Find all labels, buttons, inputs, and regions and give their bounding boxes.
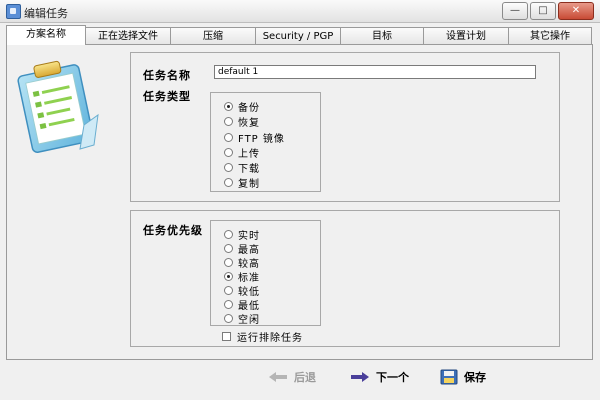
radio-label: FTP 镜像 (238, 133, 285, 145)
task-name-label: 任务名称 (143, 69, 191, 82)
radio-upload[interactable]: 上传 (224, 145, 260, 160)
radio-below-normal[interactable]: 较低 (224, 283, 260, 298)
next-button-label: 下一个 (376, 371, 409, 384)
radio-dot (224, 147, 233, 157)
radio-highest[interactable]: 最高 (224, 241, 260, 256)
close-icon[interactable]: ✕ (558, 2, 594, 20)
radio-label: 较低 (238, 286, 260, 298)
radio-dot (224, 177, 233, 187)
checkbox-box (222, 332, 231, 341)
radio-dot (224, 243, 233, 253)
radio-realtime[interactable]: 实时 (224, 227, 260, 242)
radio-backup[interactable]: 备份 (224, 99, 260, 114)
arrow-right-icon (351, 372, 369, 382)
radio-dot (224, 229, 233, 239)
radio-dot (224, 257, 233, 267)
radio-restore[interactable]: 恢复 (224, 114, 260, 129)
minimize-icon[interactable]: — (502, 2, 528, 20)
radio-dot (224, 101, 233, 111)
radio-copy[interactable]: 复制 (224, 175, 260, 190)
tab-schedule[interactable]: 设置计划 (423, 27, 509, 44)
tab-strip: 方案名称 正在选择文件 压缩 Security / PGP 目标 设置计划 其它… (6, 25, 592, 45)
radio-dot (224, 116, 233, 126)
radio-normal[interactable]: 标准 (224, 269, 260, 284)
tab-other-actions[interactable]: 其它操作 (508, 27, 592, 44)
save-icon (440, 369, 458, 385)
radio-above-normal[interactable]: 较高 (224, 255, 260, 270)
task-type-label: 任务类型 (143, 90, 191, 103)
radio-dot (224, 285, 233, 295)
radio-idle[interactable]: 空闲 (224, 311, 260, 326)
radio-lowest[interactable]: 最低 (224, 297, 260, 312)
radio-label: 恢复 (238, 117, 260, 129)
radio-label: 空闲 (238, 314, 260, 326)
radio-label: 较高 (238, 258, 260, 270)
tab-target[interactable]: 目标 (340, 27, 424, 44)
priority-box: 实时 最高 较高 标准 较低 最低 空闲 (210, 220, 321, 326)
window-title: 编辑任务 (24, 7, 68, 20)
radio-download[interactable]: 下载 (224, 160, 260, 175)
tab-select-files[interactable]: 正在选择文件 (85, 27, 171, 44)
radio-label: 复制 (238, 178, 260, 190)
back-button[interactable]: 后退 (268, 369, 316, 385)
checkbox-label: 运行排除任务 (237, 333, 303, 344)
task-type-box: 备份 恢复 FTP 镜像 上传 下载 复制 (210, 92, 321, 192)
radio-dot (224, 299, 233, 309)
radio-label: 实时 (238, 230, 260, 242)
app-icon (6, 4, 21, 19)
next-button[interactable]: 下一个 (350, 369, 409, 385)
radio-label: 最低 (238, 300, 260, 312)
radio-label: 标准 (238, 272, 260, 284)
tab-scheme-name[interactable]: 方案名称 (6, 25, 86, 45)
radio-label: 下载 (238, 163, 260, 175)
exclusive-task-checkbox[interactable]: 运行排除任务 (222, 329, 303, 344)
window-controls: — □ ✕ (502, 2, 594, 20)
maximize-icon[interactable]: □ (530, 2, 556, 20)
radio-ftp-mirror[interactable]: FTP 镜像 (224, 130, 285, 145)
radio-label: 最高 (238, 244, 260, 256)
back-button-label: 后退 (294, 371, 316, 384)
radio-label: 备份 (238, 102, 260, 114)
task-name-input[interactable] (214, 65, 536, 79)
tab-compression[interactable]: 压缩 (170, 27, 256, 44)
save-button-label: 保存 (464, 371, 486, 384)
clipboard-icon (17, 60, 99, 153)
radio-dot (224, 313, 233, 323)
tab-security-pgp[interactable]: Security / PGP (255, 27, 341, 44)
radio-dot (224, 271, 233, 281)
title-bar: 编辑任务 — □ ✕ (0, 0, 600, 23)
radio-dot (224, 162, 233, 172)
save-button[interactable]: 保存 (440, 369, 486, 385)
priority-label: 任务优先级 (143, 224, 203, 237)
arrow-left-icon (269, 372, 287, 382)
radio-label: 上传 (238, 148, 260, 160)
radio-dot (224, 132, 233, 142)
